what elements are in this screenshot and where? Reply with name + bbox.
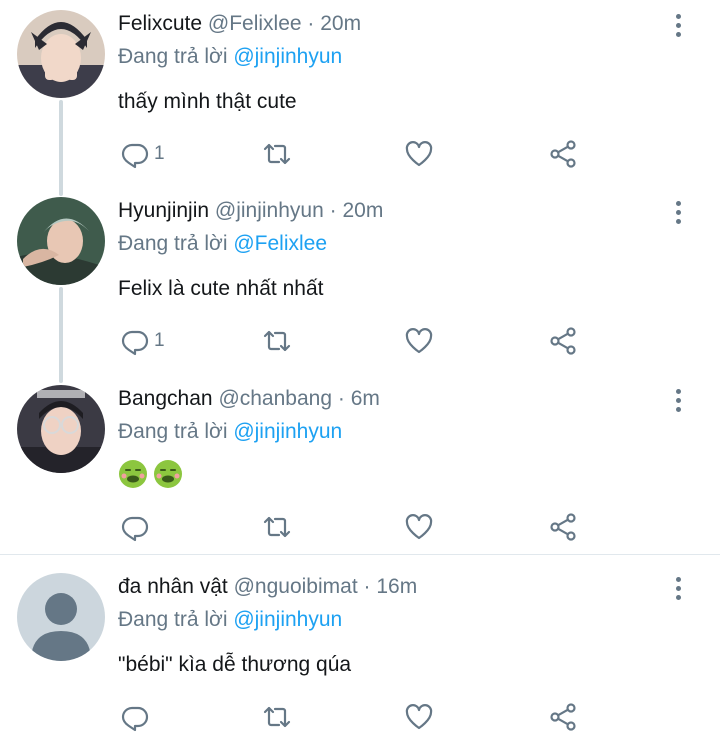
user-handle[interactable]: @jinjinhyun [215, 199, 324, 222]
share-button[interactable] [548, 701, 578, 733]
more-vertical-icon[interactable] [676, 577, 682, 601]
timestamp[interactable]: 20m [342, 199, 383, 222]
retweet-button[interactable] [262, 138, 292, 170]
separator-dot: · [307, 12, 315, 35]
reply-button[interactable]: 1 [120, 325, 165, 357]
avatar[interactable] [17, 197, 105, 285]
share-icon [550, 327, 576, 355]
share-button[interactable] [548, 325, 578, 357]
replying-prefix: Đang trả lời [118, 420, 228, 443]
reply-button[interactable] [120, 701, 150, 733]
avatar[interactable] [17, 573, 105, 661]
separator-dot: · [329, 199, 337, 222]
reply-button[interactable]: 1 [120, 138, 165, 170]
like-button[interactable] [404, 511, 434, 543]
more-vertical-icon[interactable] [676, 389, 682, 413]
replying-to: Đang trả lời @jinjinhyun [118, 43, 342, 71]
avatar[interactable] [17, 385, 105, 473]
heart-icon [405, 141, 433, 167]
replying-to: Đang trả lời @jinjinhyun [118, 418, 342, 446]
reply-tweet[interactable]: đa nhân vật @nguoibimat · 16m Đang trả l… [0, 563, 720, 742]
reply-tweet[interactable]: Bangchan @chanbang · 6m Đang trả lời @ji… [0, 375, 720, 553]
tweet-text: Felix là cute nhất nhất [118, 277, 324, 300]
retweet-icon [263, 330, 291, 352]
timestamp[interactable]: 16m [376, 575, 417, 598]
mention-link[interactable]: @jinjinhyun [233, 45, 342, 68]
reply-count: 1 [154, 143, 165, 164]
tweet-text: thấy mình thật cute [118, 90, 297, 113]
reply-tweet[interactable]: Hyunjinjin @jinjinhyun · 20m Đang trả lờ… [0, 187, 720, 374]
user-handle[interactable]: @nguoibimat [234, 575, 358, 598]
tweet-header: Felixcute @Felixlee · 20m [118, 10, 361, 38]
share-icon [550, 140, 576, 168]
tweet-header: Hyunjinjin @jinjinhyun · 20m [118, 197, 383, 225]
divider [0, 554, 720, 555]
tweet-emojis [118, 459, 188, 489]
reply-icon [121, 516, 149, 542]
retweet-icon [263, 143, 291, 165]
like-button[interactable] [404, 701, 434, 733]
user-handle[interactable]: @chanbang [218, 387, 332, 410]
tweet-actions [0, 701, 720, 735]
reply-icon [121, 330, 149, 356]
mention-link[interactable]: @jinjinhyun [233, 608, 342, 631]
retweet-icon [263, 516, 291, 538]
separator-dot: · [337, 387, 345, 410]
reply-count: 1 [154, 330, 165, 351]
reply-icon [121, 143, 149, 169]
display-name[interactable]: đa nhân vật [118, 575, 228, 598]
tweet-text: "bébi" kìa dễ thương qúa [118, 653, 352, 676]
retweet-icon [263, 706, 291, 728]
like-button[interactable] [404, 138, 434, 170]
nauseated-face-emoji [154, 460, 182, 488]
reply-icon [121, 706, 149, 732]
replying-prefix: Đang trả lời [118, 232, 228, 255]
display-name[interactable]: Felixcute [118, 12, 202, 35]
separator-dot: · [363, 575, 371, 598]
nauseated-face-emoji [119, 460, 147, 488]
more-vertical-icon[interactable] [676, 201, 682, 225]
share-button[interactable] [548, 138, 578, 170]
tweet-header: Bangchan @chanbang · 6m [118, 385, 380, 413]
retweet-button[interactable] [262, 511, 292, 543]
display-name[interactable]: Bangchan [118, 387, 213, 410]
like-button[interactable] [404, 325, 434, 357]
tweet-actions [0, 511, 720, 545]
timestamp[interactable]: 6m [351, 387, 380, 410]
replying-to: Đang trả lời @Felixlee [118, 230, 327, 258]
user-handle[interactable]: @Felixlee [208, 12, 302, 35]
reply-button[interactable] [120, 511, 150, 543]
retweet-button[interactable] [262, 325, 292, 357]
tweet-actions: 1 [0, 138, 720, 172]
timestamp[interactable]: 20m [320, 12, 361, 35]
more-vertical-icon[interactable] [676, 14, 682, 38]
heart-icon [405, 704, 433, 730]
replying-to: Đang trả lời @jinjinhyun [118, 606, 342, 634]
retweet-button[interactable] [262, 701, 292, 733]
share-icon [550, 703, 576, 731]
share-icon [550, 513, 576, 541]
mention-link[interactable]: @jinjinhyun [233, 420, 342, 443]
mention-link[interactable]: @Felixlee [233, 232, 327, 255]
replying-prefix: Đang trả lời [118, 45, 228, 68]
reply-tweet[interactable]: Felixcute @Felixlee · 20m Đang trả lời @… [0, 0, 720, 187]
replying-prefix: Đang trả lời [118, 608, 228, 631]
avatar[interactable] [17, 10, 105, 98]
tweet-header: đa nhân vật @nguoibimat · 16m [118, 573, 417, 601]
tweet-actions: 1 [0, 325, 720, 359]
display-name[interactable]: Hyunjinjin [118, 199, 209, 222]
heart-icon [405, 514, 433, 540]
share-button[interactable] [548, 511, 578, 543]
heart-icon [405, 328, 433, 354]
